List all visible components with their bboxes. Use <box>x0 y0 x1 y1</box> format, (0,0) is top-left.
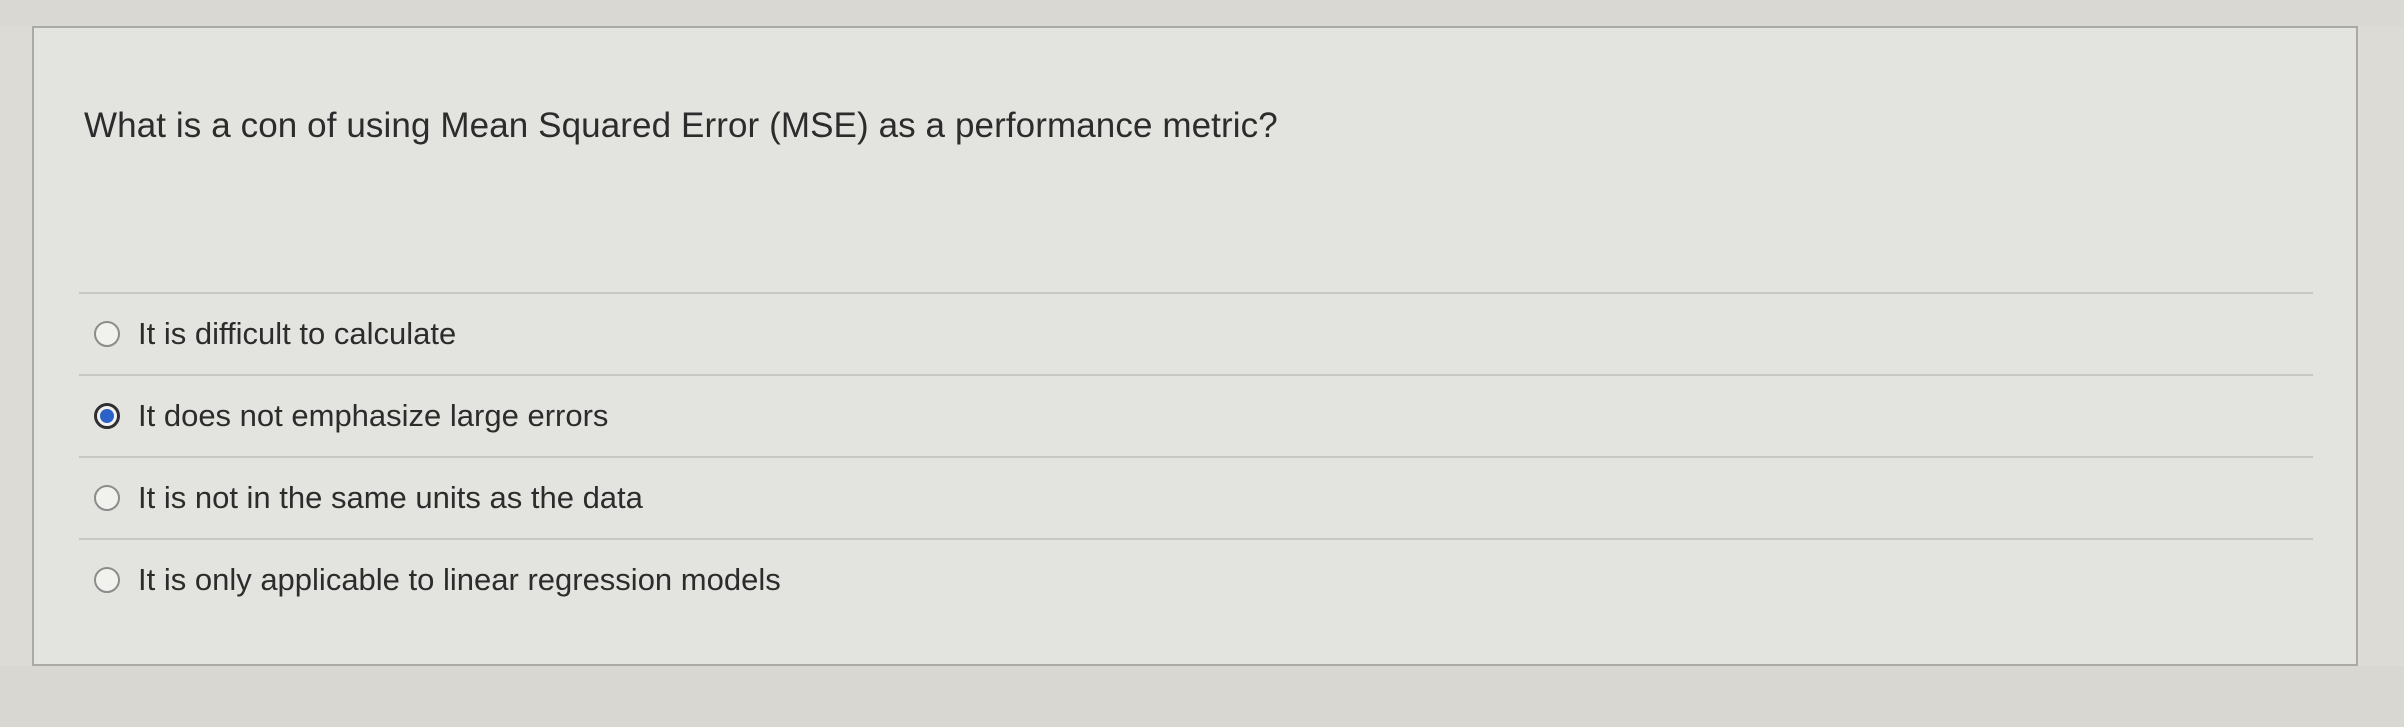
radio-button-option-3[interactable] <box>94 485 120 511</box>
option-label: It is difficult to calculate <box>138 316 457 351</box>
question-card: What is a con of using Mean Squared Erro… <box>32 26 2358 666</box>
option-label: It is not in the same units as the data <box>138 480 643 515</box>
answer-option-3[interactable]: It is not in the same units as the data <box>79 458 2313 538</box>
radio-button-option-2-selected[interactable] <box>94 403 120 429</box>
page-bottom-strip <box>0 666 2404 727</box>
option-label: It is only applicable to linear regressi… <box>138 562 781 597</box>
answer-option-1[interactable]: It is difficult to calculate <box>79 294 2313 374</box>
question-text: What is a con of using Mean Squared Erro… <box>84 106 1278 145</box>
answer-option-2[interactable]: It does not emphasize large errors <box>79 376 2313 456</box>
page-top-strip <box>0 0 2404 26</box>
radio-button-option-1[interactable] <box>94 321 120 347</box>
option-label: It does not emphasize large errors <box>138 398 609 433</box>
answer-option-4[interactable]: It is only applicable to linear regressi… <box>79 540 2313 620</box>
answer-options: It is difficult to calculate It does not… <box>79 292 2313 620</box>
radio-button-option-4[interactable] <box>94 567 120 593</box>
